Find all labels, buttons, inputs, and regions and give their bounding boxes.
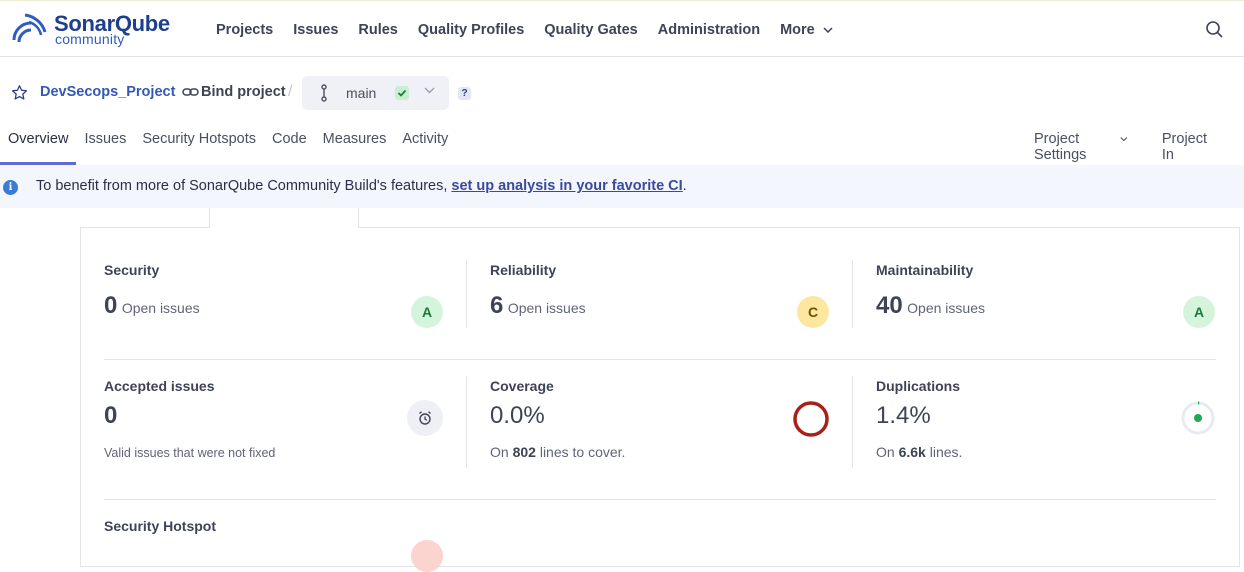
project-header: DevSecops_Project Bind project / main ? … (0, 57, 1244, 165)
nav-quality-gates[interactable]: Quality Gates (534, 22, 647, 38)
nav-more[interactable]: More (770, 22, 843, 38)
sonar-waves-icon (12, 13, 47, 43)
search-icon[interactable] (1205, 20, 1225, 40)
duplications-note-post: lines. (929, 444, 963, 460)
maintainability-suffix: Open issues (907, 300, 985, 316)
accepted-issues-metric[interactable]: Accepted issues 0 Valid issues that were… (104, 378, 275, 460)
coverage-donut-chart (793, 401, 829, 437)
project-name-link[interactable]: DevSecops_Project (40, 84, 175, 100)
tab-measures[interactable]: Measures (315, 127, 395, 165)
reliability-rating-badge[interactable]: C (797, 296, 829, 328)
duplications-value[interactable]: 1.4% (876, 402, 962, 430)
row-divider (104, 359, 1216, 360)
duplications-indicator (1181, 401, 1215, 435)
tab-code[interactable]: Code (264, 127, 315, 165)
chevron-down-icon (823, 26, 833, 33)
tab-project-settings[interactable]: Project Settings (1034, 127, 1128, 165)
accepted-issues-badge (407, 400, 443, 436)
branch-name: main (346, 85, 377, 101)
banner-period: . (682, 178, 687, 194)
bind-project-button[interactable]: Bind project (182, 84, 286, 100)
maintainability-value[interactable]: 40 (876, 292, 903, 319)
nav-rules[interactable]: Rules (348, 22, 408, 38)
reliability-suffix: Open issues (507, 300, 586, 316)
branch-selector[interactable]: main (302, 76, 449, 110)
coverage-title: Coverage (490, 378, 554, 394)
metrics-card: Security 0 Open issues A Reliability 6 O… (80, 227, 1240, 572)
security-value[interactable]: 0 (104, 292, 117, 319)
tab-joint (210, 227, 358, 229)
project-tabs: Overview Issues Security Hotspots Code M… (0, 127, 456, 165)
security-suffix: Open issues (121, 300, 200, 316)
security-hotspot-rating-badge[interactable] (411, 540, 443, 572)
coverage-note-post: lines to cover. (539, 444, 626, 460)
maintainability-metric[interactable]: Maintainability 40 Open issues (876, 262, 985, 320)
nav-issues[interactable]: Issues (283, 22, 348, 38)
duplications-note-pre: On (876, 444, 895, 460)
accepted-issues-title: Accepted issues (104, 378, 215, 394)
divider (852, 376, 853, 468)
duplications-lines[interactable]: 6.6k (899, 444, 926, 460)
nav-administration[interactable]: Administration (648, 22, 770, 38)
chevron-down-icon (1120, 137, 1128, 142)
reliability-value[interactable]: 6 (490, 292, 503, 319)
top-navigation: SonarQube community Projects Issues Rule… (0, 0, 1244, 57)
bind-project-label: Bind project (201, 84, 286, 100)
banner-message: To benefit from more of SonarQube Commun… (36, 178, 687, 194)
tab-project-information[interactable]: Project In (1162, 127, 1210, 165)
tab-activity[interactable]: Activity (394, 127, 456, 165)
duplications-metric[interactable]: Duplications 1.4% On 6.6k lines. (876, 378, 962, 460)
nav-quality-profiles[interactable]: Quality Profiles (408, 22, 534, 38)
chevron-down-icon (424, 87, 435, 94)
help-icon[interactable]: ? (458, 87, 471, 100)
favorite-star-icon[interactable] (11, 84, 28, 101)
security-rating-badge[interactable]: A (411, 296, 443, 328)
security-metric[interactable]: Security 0 Open issues (104, 262, 200, 320)
divider (466, 376, 467, 468)
banner-text: To benefit from more of SonarQube Commun… (36, 178, 452, 194)
reliability-title: Reliability (490, 262, 557, 278)
nav-more-label: More (780, 21, 815, 38)
accepted-issues-note: Valid issues that were not fixed (104, 446, 276, 460)
logo-edition: community (55, 31, 125, 47)
divider (466, 260, 467, 328)
sonarqube-logo[interactable]: SonarQube community (11, 10, 181, 50)
security-hotspot-metric[interactable]: Security Hotspot (104, 518, 216, 534)
tab-issues[interactable]: Issues (76, 127, 134, 165)
coverage-value[interactable]: 0.0% (490, 402, 625, 430)
project-settings-label: Project Settings (1034, 131, 1087, 163)
accepted-issues-value[interactable]: 0 (104, 402, 275, 430)
main-nav: Projects Issues Rules Quality Profiles Q… (206, 1, 843, 58)
active-panel-tab (209, 208, 359, 228)
coverage-metric[interactable]: Coverage 0.0% On 802 lines to cover. (490, 378, 625, 460)
reliability-metric[interactable]: Reliability 6 Open issues (490, 262, 586, 320)
alarm-clock-icon (419, 411, 431, 425)
link-icon (182, 88, 199, 96)
maintainability-title: Maintainability (876, 262, 974, 278)
setup-ci-link[interactable]: set up analysis in your favorite CI (451, 178, 682, 194)
divider (852, 260, 853, 328)
tab-security-hotspots[interactable]: Security Hotspots (134, 127, 264, 165)
info-icon: i (3, 180, 18, 195)
row-divider (104, 499, 1216, 500)
tab-overview[interactable]: Overview (0, 127, 77, 165)
nav-projects[interactable]: Projects (206, 22, 283, 38)
coverage-note-pre: On (490, 444, 509, 460)
breadcrumb-separator: / (288, 83, 293, 100)
security-title: Security (104, 262, 160, 278)
duplications-title: Duplications (876, 378, 961, 394)
coverage-lines[interactable]: 802 (513, 444, 536, 460)
project-tabs-right: Project Settings Project In (1034, 127, 1244, 165)
maintainability-rating-badge[interactable]: A (1183, 296, 1215, 328)
branch-icon (321, 84, 327, 102)
security-hotspot-title: Security Hotspot (104, 518, 217, 534)
quality-gate-passed-icon (395, 86, 409, 100)
info-banner: i To benefit from more of SonarQube Comm… (0, 165, 1244, 208)
